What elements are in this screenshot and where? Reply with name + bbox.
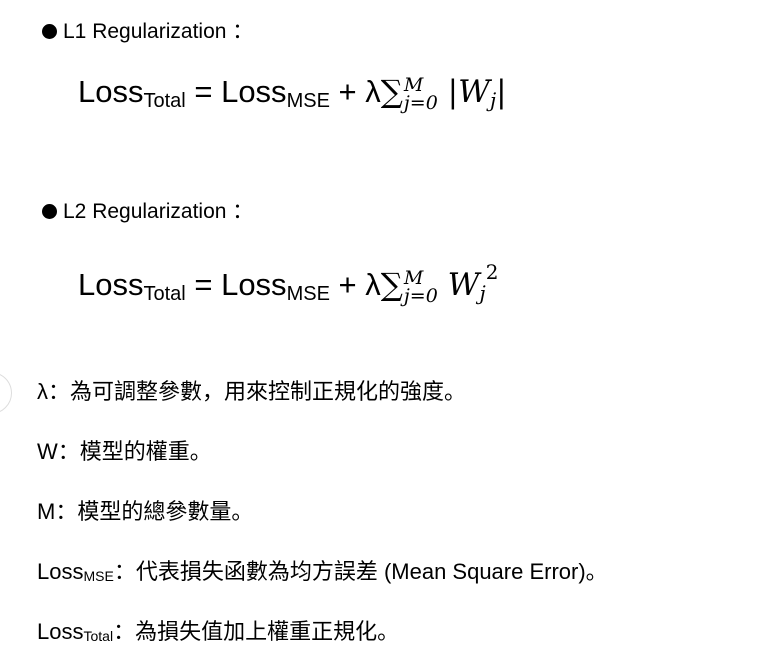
definition-loss-mse: LossMSE：代表損失函數為均方誤差 (Mean Square Error)。 [37,557,608,591]
definition-w: W：模型的權重。 [37,437,212,467]
term: W [37,439,58,464]
term: W [437,267,480,303]
description: ：為損失值加上權重正規化。 [113,619,400,644]
term: |W [437,74,490,110]
mse-base: Loss [221,267,287,302]
plus-lambda: + λ [329,74,381,109]
term: Loss [37,559,84,584]
bullet-dot-icon [42,204,57,219]
description: ：模型的總參數量。 [55,499,254,524]
bullet-l1: L1 Regularization ： [42,20,253,44]
term-sub: Total [83,628,114,644]
definition-m: M：模型的總參數量。 [37,497,253,527]
lhs-base: Loss [78,267,144,302]
equals: = [185,267,222,302]
bullet-label: L2 Regularization ： [63,200,254,223]
mse-sub: MSE [286,90,330,112]
term: M [37,499,56,524]
plus-lambda: + λ [329,267,381,302]
sum-symbol: ∑ [380,267,403,303]
formula-l1: LossTotal = LossMSE + λ∑ Mj=0 |Wj| [78,72,507,121]
sum-symbol: ∑ [380,74,403,110]
bullet-label: L1 Regularization ： [63,20,254,43]
term-end: | [496,74,507,110]
term: λ [37,379,48,404]
lhs-sub: Total [143,283,186,305]
sum-lower: j=0 [403,284,438,307]
sum-upper: M [403,73,424,96]
mse-base: Loss [221,74,287,109]
description: ：代表損失函數為均方誤差 (Mean Square Error)。 [113,559,608,584]
lhs-sub: Total [143,90,186,112]
sum-upper: M [403,266,424,289]
term-sub: j [479,281,486,305]
description: ：為可調整參數，用來控制正規化的強度。 [48,379,467,404]
sum-lower: j=0 [403,91,438,114]
definition-loss-total: LossTotal：為損失值加上權重正規化。 [37,617,399,651]
lhs-base: Loss [78,74,144,109]
term: Loss [37,619,84,644]
mse-sub: MSE [286,283,330,305]
description: ：模型的權重。 [57,439,212,464]
bullet-l2: L2 Regularization ： [42,200,253,224]
formula-l2: LossTotal = LossMSE + λ∑ Mj=0 Wj2 [78,252,498,314]
term-sub: MSE [83,568,114,584]
scroll-indicator-arc [0,372,12,414]
equals: = [185,74,222,109]
power: 2 [485,260,499,284]
definition-lambda: λ：為可調整參數，用來控制正規化的強度。 [37,377,466,407]
bullet-dot-icon [42,24,57,39]
